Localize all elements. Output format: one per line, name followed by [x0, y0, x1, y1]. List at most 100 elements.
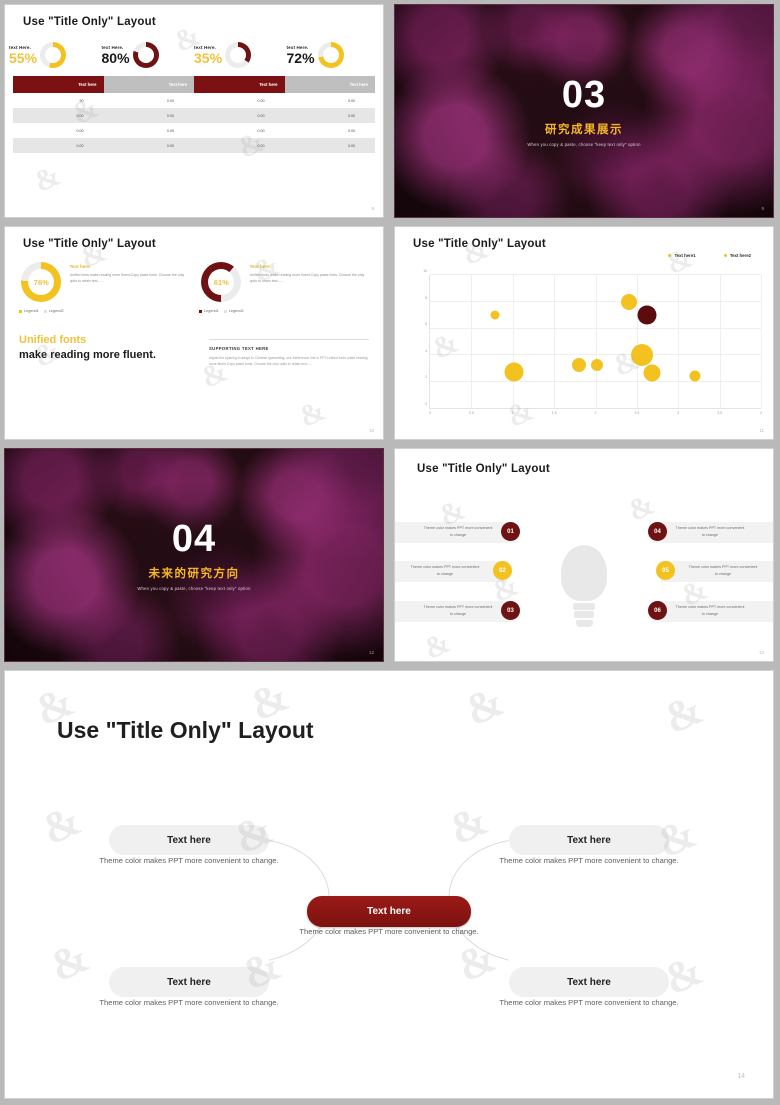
table-row: 0.00 0.00 0.00 0.00 — [13, 123, 375, 138]
slide-section-04[interactable]: 04 未来的研究方向 When you copy & paste, choose… — [4, 448, 384, 662]
page-number: 8 — [371, 206, 374, 211]
data-table[interactable]: Text here Text here Text here Text here … — [13, 76, 375, 153]
divider — [209, 339, 369, 340]
plot-area: 0 2 4 6 8 10 0 0.5 1 1.5 2 2.5 3 3.5 4 — [423, 269, 762, 415]
donut-heading: Text here. — [69, 264, 91, 269]
legend-item: Legend2 — [223, 309, 244, 313]
kpi-value: 80% — [101, 49, 130, 66]
table-header-row: Text here Text here Text here Text here — [13, 76, 375, 93]
center-pill[interactable]: Text here — [307, 896, 471, 927]
statement-black: make reading more fluent. — [19, 348, 156, 361]
lightbulb-icon — [561, 545, 607, 627]
bubble-point — [591, 359, 604, 372]
slide-cell-3[interactable]: Use "Title Only" Layout 76% Legend1 Lege… — [0, 222, 390, 444]
donut-chart-icon — [317, 42, 344, 68]
node-caption-top-left: Theme color makes PPT more convenient to… — [99, 856, 279, 865]
legend-label: Text here1 — [674, 253, 696, 258]
bubble-point — [490, 310, 500, 320]
slide-cell-2[interactable]: 03 研究成果展示 When you copy & paste, choose … — [390, 0, 780, 222]
slide-section-03[interactable]: 03 研究成果展示 When you copy & paste, choose … — [394, 4, 774, 218]
section-title-cn: 未来的研究方向 — [148, 567, 240, 580]
bubble-point — [630, 343, 653, 366]
slide-cell-7[interactable]: Use "Title Only" Layout Text here Theme … — [0, 666, 780, 1105]
table-header-cell: Text here — [13, 76, 104, 93]
step-badge-06[interactable]: 06 — [648, 601, 667, 620]
page-number: 13 — [758, 650, 764, 655]
legend-item: Legend2 — [43, 309, 64, 313]
kpi-item: text Here. 55% — [9, 42, 102, 68]
kpi-value: 55% — [9, 49, 38, 66]
center-caption: Theme color makes PPT more convenient to… — [299, 927, 479, 936]
page-title: Use "Title Only" Layout — [413, 238, 546, 250]
x-axis-tick: 1 — [511, 411, 514, 415]
legend-label: Legend1 — [24, 309, 39, 313]
section-number: 04 — [171, 517, 217, 560]
page-title: Use "Title Only" Layout — [417, 463, 550, 475]
table-cell: 0.00 — [257, 98, 265, 103]
kpi-item: text Here. 35% — [194, 42, 287, 68]
step-badge-02[interactable]: 02 — [493, 561, 512, 580]
step-text-06: Theme color makes PPT more convenient to… — [675, 605, 745, 617]
table-cell: 0.00 — [76, 128, 84, 133]
y-axis-tick: 8 — [425, 295, 427, 300]
slide-cell-4[interactable]: Use "Title Only" Layout Text here1 Text … — [390, 222, 780, 444]
step-badge-05[interactable]: 05 — [656, 561, 675, 580]
statement-row: Unified fonts make reading more fluent. … — [5, 333, 383, 367]
table-cell: 0.00 — [76, 113, 84, 118]
slide-cell-1[interactable]: Use "Title Only" Layout text Here. 55% t… — [0, 0, 390, 222]
table-cell: 0.00 — [76, 143, 84, 148]
kpi-item: text Here. 80% — [102, 42, 195, 68]
step-badge-03[interactable]: 03 — [501, 601, 520, 620]
donut-block: 61% Legend1 Legend2 Text here. Unified f… — [199, 262, 369, 313]
slide-donuts-text[interactable]: Use "Title Only" Layout 76% Legend1 Lege… — [4, 226, 384, 440]
table-header-cell: Text here — [284, 76, 375, 93]
page-title: Use "Title Only" Layout — [23, 16, 156, 28]
kpi-row: text Here. 55% text Here. 80% text Here. — [5, 42, 383, 68]
kpi-value: 35% — [194, 49, 223, 66]
node-pill-bottom-right[interactable]: Text here — [509, 967, 669, 997]
node-pill-top-left[interactable]: Text here — [109, 825, 269, 855]
statement-block: Unified fonts make reading more fluent. — [19, 333, 187, 367]
page-number: 12 — [368, 650, 374, 655]
slide-cell-6[interactable]: Use "Title Only" Layout 01 Theme color m… — [390, 444, 780, 666]
kpi-item: text Here. 72% — [287, 42, 380, 68]
slide-bubble-chart[interactable]: Use "Title Only" Layout Text here1 Text … — [394, 226, 774, 440]
slide-kpi-table[interactable]: Use "Title Only" Layout text Here. 55% t… — [4, 4, 384, 218]
slide-thumbnail-grid: Use "Title Only" Layout text Here. 55% t… — [0, 0, 780, 666]
section-subtitle-en: When you copy & paste, choose "keep text… — [137, 585, 251, 591]
slide-hub-spoke[interactable]: Use "Title Only" Layout Text here Theme … — [4, 670, 774, 1099]
donut-chart-icon — [40, 42, 67, 68]
x-axis-tick: 3.5 — [717, 411, 722, 415]
x-axis-tick: 0 — [429, 411, 431, 415]
step-badge-04[interactable]: 04 — [648, 522, 667, 541]
donut-value: 61% — [213, 277, 229, 287]
kpi-label: text Here. — [286, 44, 309, 50]
table-cell: 90 — [79, 98, 84, 103]
support-block: SUPPORTING TEXT HERE Adjust the spacing … — [209, 333, 369, 367]
kpi-value: 72% — [286, 49, 315, 66]
section-subtitle-en: When you copy & paste, choose "keep text… — [527, 141, 641, 147]
section-number: 03 — [561, 73, 607, 116]
slide-bulb[interactable]: Use "Title Only" Layout 01 Theme color m… — [394, 448, 774, 662]
donut-legend: Legend1 Legend2 — [199, 309, 244, 313]
node-pill-bottom-left[interactable]: Text here — [109, 967, 269, 997]
donut-chart: 76% — [21, 262, 62, 302]
step-text-04: Theme color makes PPT more convenient to… — [675, 526, 745, 538]
x-axis-tick: 0.5 — [469, 411, 474, 415]
y-axis-tick: 6 — [425, 322, 427, 327]
table-header-cell: Text here — [103, 76, 194, 93]
node-caption-top-right: Theme color makes PPT more convenient to… — [499, 856, 679, 865]
table-cell: 0.00 — [257, 128, 265, 133]
table-row: 90 0.00 0.00 0.00 — [13, 93, 375, 108]
x-axis-tick: 2.5 — [634, 411, 640, 415]
table-cell: 0.00 — [348, 128, 355, 133]
page-number: 9 — [761, 206, 764, 211]
step-badge-01[interactable]: 01 — [501, 522, 520, 541]
table-cell: 0.00 — [167, 98, 174, 103]
table-row: 0.00 0.00 0.00 0.00 — [13, 138, 375, 153]
x-axis-tick: 3 — [677, 411, 680, 415]
slide-cell-5[interactable]: 04 未来的研究方向 When you copy & paste, choose… — [0, 444, 390, 666]
node-pill-top-right[interactable]: Text here — [509, 825, 669, 855]
step-text-01: Theme color makes PPT more convenient to… — [423, 526, 493, 538]
donut-chart: 61% — [201, 262, 242, 302]
